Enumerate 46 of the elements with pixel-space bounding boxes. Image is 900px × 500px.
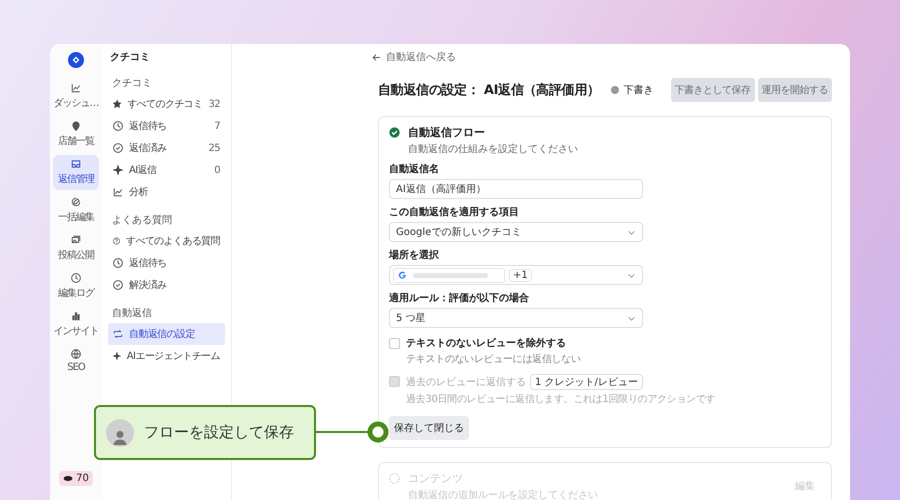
credits-badge[interactable]: 70 xyxy=(59,471,93,486)
more-count: +1 xyxy=(509,268,532,282)
sidebar-item[interactable]: 自動返信の設定 xyxy=(108,323,225,345)
status-label: 下書き xyxy=(624,84,654,97)
save-close-button[interactable]: 保存して閉じる xyxy=(389,416,469,440)
credit-cost-tag: 1 クレジット/レビュー xyxy=(530,374,643,390)
sidebar-item[interactable]: すべてのよくある質問 xyxy=(108,230,225,252)
option-label: 過去のレビューに返信する xyxy=(406,376,526,389)
field-label: 適用ルール：評価が以下の場合 xyxy=(389,291,530,305)
location-select[interactable]: +1 xyxy=(389,265,643,285)
rail-nav-item[interactable]: 店舗一覧 xyxy=(53,117,99,152)
card-title: 自動返信フロー xyxy=(408,125,486,140)
sidebar-item[interactable]: 返信待ち 7 xyxy=(108,115,225,137)
sidebar-item[interactable]: 解決済み xyxy=(108,274,225,296)
sidebar-item[interactable]: すべてのクチコミ 32 xyxy=(108,93,225,115)
rail-nav-item[interactable]: 投稿公開 xyxy=(53,231,99,266)
sidebar-title: クチコミ xyxy=(110,51,151,64)
rail-nav-item[interactable]: ダッシュ… xyxy=(53,79,99,114)
section-heading: クチコミ xyxy=(111,77,153,91)
dropdown-select[interactable]: 5 つ星 xyxy=(389,308,643,328)
sidebar-item[interactable]: AIエージェントチーム xyxy=(108,345,225,367)
name-input[interactable]: AI返信（高評価用） xyxy=(389,179,643,199)
section-heading: 自動返信 xyxy=(111,306,153,321)
page-title: 自動返信の設定： AI返信（高評価用） xyxy=(378,82,600,99)
rail-nav-item[interactable]: インサイト xyxy=(53,307,99,342)
sidebar-item[interactable]: 返信待ち xyxy=(108,252,225,274)
rail-nav-item[interactable]: 返信管理 xyxy=(53,155,99,190)
field-label: 自動返信名 xyxy=(389,162,440,176)
option-hint: テキストのないレビューには返信しない xyxy=(406,352,581,366)
card-title: コンテンツ xyxy=(408,471,464,486)
rail-nav-item[interactable]: 一括編集 xyxy=(53,193,99,228)
option-hint: 過去30日間のレビューに返信します。これは1回限りのアクションです xyxy=(406,392,716,406)
section-heading: よくある質問 xyxy=(111,214,173,228)
rail-nav-item[interactable]: SEO xyxy=(53,345,99,377)
field-label: この自動返信を適用する項目 xyxy=(389,205,520,219)
dropdown-select[interactable]: Googleでの新しいクチコミ xyxy=(389,222,643,242)
callout-text: フローを設定して保存 xyxy=(144,423,294,442)
field-label: 場所を選択 xyxy=(389,248,440,262)
sidebar-item[interactable]: 返信済み 25 xyxy=(108,137,225,159)
option-label: テキストのないレビューを除外する xyxy=(406,336,566,350)
sidebar-item[interactable]: 分析 xyxy=(108,181,225,203)
sidebar-item[interactable]: AI返信 0 xyxy=(108,159,225,181)
back-link[interactable]: 自動返信へ戻る xyxy=(372,50,832,64)
card-subtitle: 自動返信の仕組みを設定してください xyxy=(408,142,579,156)
card-subtitle: 自動返信の追加ルールを設定してください xyxy=(408,488,599,500)
rail-nav-item[interactable]: 編集ログ xyxy=(53,269,99,304)
